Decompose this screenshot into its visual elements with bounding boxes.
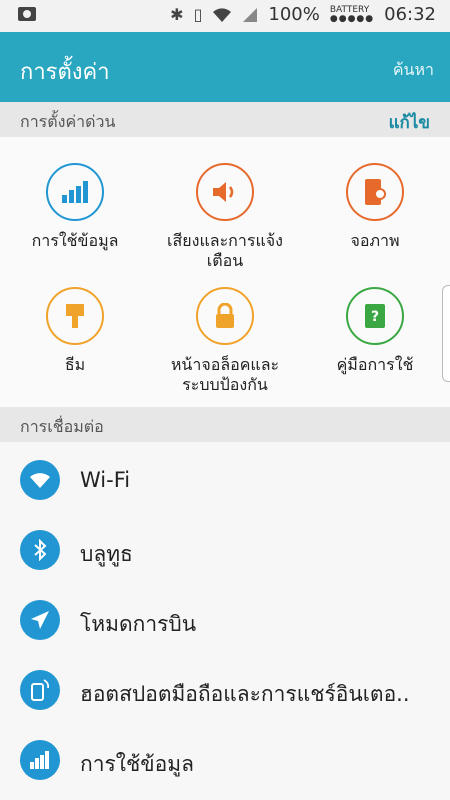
tile-user-manual[interactable]: ? คู่มือการใช้ — [300, 287, 450, 375]
app-bar: การตั้งค่า ค้นหา — [0, 32, 450, 102]
tile-label: จอภาพ — [350, 231, 400, 250]
hotspot-icon — [20, 670, 60, 710]
search-button[interactable]: ค้นหา — [393, 58, 434, 83]
wifi-icon — [213, 7, 232, 22]
list-item-label: ฮอตสปอตมือถือและการแชร์อินเตอ.. — [80, 682, 410, 706]
lock-icon — [196, 287, 254, 345]
tile-theme[interactable]: ธีม — [0, 287, 150, 375]
battery-percent: 100% — [268, 4, 320, 25]
tile-lockscreen-security[interactable]: หน้าจอล็อคและระบบป้องกัน — [150, 287, 300, 395]
tile-label: คู่มือการใช้ — [336, 355, 414, 374]
wifi-icon — [20, 460, 60, 500]
tile-label: เสียงและการแจ้งเตือน — [167, 231, 283, 270]
list-item-airplane-mode[interactable]: โหมดการบิน — [0, 586, 450, 654]
list-item-data-usage[interactable]: การใช้ข้อมูล — [0, 726, 450, 794]
tile-data-usage[interactable]: การใช้ข้อมูล — [0, 163, 150, 251]
data-usage-icon — [20, 740, 60, 780]
bluetooth-icon — [20, 530, 60, 570]
user-manual-icon: ? — [346, 287, 404, 345]
sound-icon — [196, 163, 254, 221]
theme-icon — [46, 287, 104, 345]
battery-indicator: BATTERY ●●●●● — [329, 5, 375, 24]
list-item-hotspot[interactable]: ฮอตสปอตมือถือและการแชร์อินเตอ.. — [0, 656, 450, 724]
list-item-label: บลูทูธ — [80, 542, 133, 566]
svg-text:?: ? — [371, 309, 379, 325]
status-bar: ✱ ▯ 100% BATTERY ●●●●● 06:32 — [0, 0, 450, 32]
notification-icon — [18, 7, 36, 21]
airplane-icon — [20, 600, 60, 640]
list-item-label: การใช้ข้อมูล — [80, 752, 194, 776]
quick-settings-title: การตั้งค่าด่วน — [20, 112, 116, 131]
list-item-label: Wi-Fi — [80, 468, 131, 492]
list-item-label: โหมดการบิน — [80, 612, 197, 636]
quick-settings-grid: การใช้ข้อมูล เสียงและการแจ้งเตือน จอภาพ … — [0, 137, 450, 407]
tile-label: การใช้ข้อมูล — [31, 231, 119, 250]
battery-dots: ●●●●● — [329, 13, 375, 24]
tile-label: หน้าจอล็อคและระบบป้องกัน — [170, 355, 280, 394]
tile-sound-notifications[interactable]: เสียงและการแจ้งเตือน — [150, 163, 300, 271]
display-icon — [346, 163, 404, 221]
list-item-bluetooth[interactable]: บลูทูธ — [0, 516, 450, 584]
vibrate-icon: ▯ — [193, 5, 203, 24]
page-title: การตั้งค่า — [20, 60, 110, 85]
edit-button[interactable]: แก้ไข — [389, 109, 430, 136]
quick-settings-header: การตั้งค่าด่วน แก้ไข — [0, 102, 450, 137]
tile-display[interactable]: จอภาพ — [300, 163, 450, 251]
edge-panel-handle[interactable] — [442, 285, 450, 382]
connections-title: การเชื่อมต่อ — [20, 417, 104, 436]
clock: 06:32 — [384, 4, 436, 25]
tile-label: ธีม — [64, 355, 86, 374]
signal-icon — [243, 7, 258, 22]
bluetooth-icon: ✱ — [170, 5, 184, 24]
data-usage-icon — [46, 163, 104, 221]
connections-header: การเชื่อมต่อ — [0, 407, 450, 442]
list-item-wifi[interactable]: Wi-Fi — [0, 446, 450, 514]
